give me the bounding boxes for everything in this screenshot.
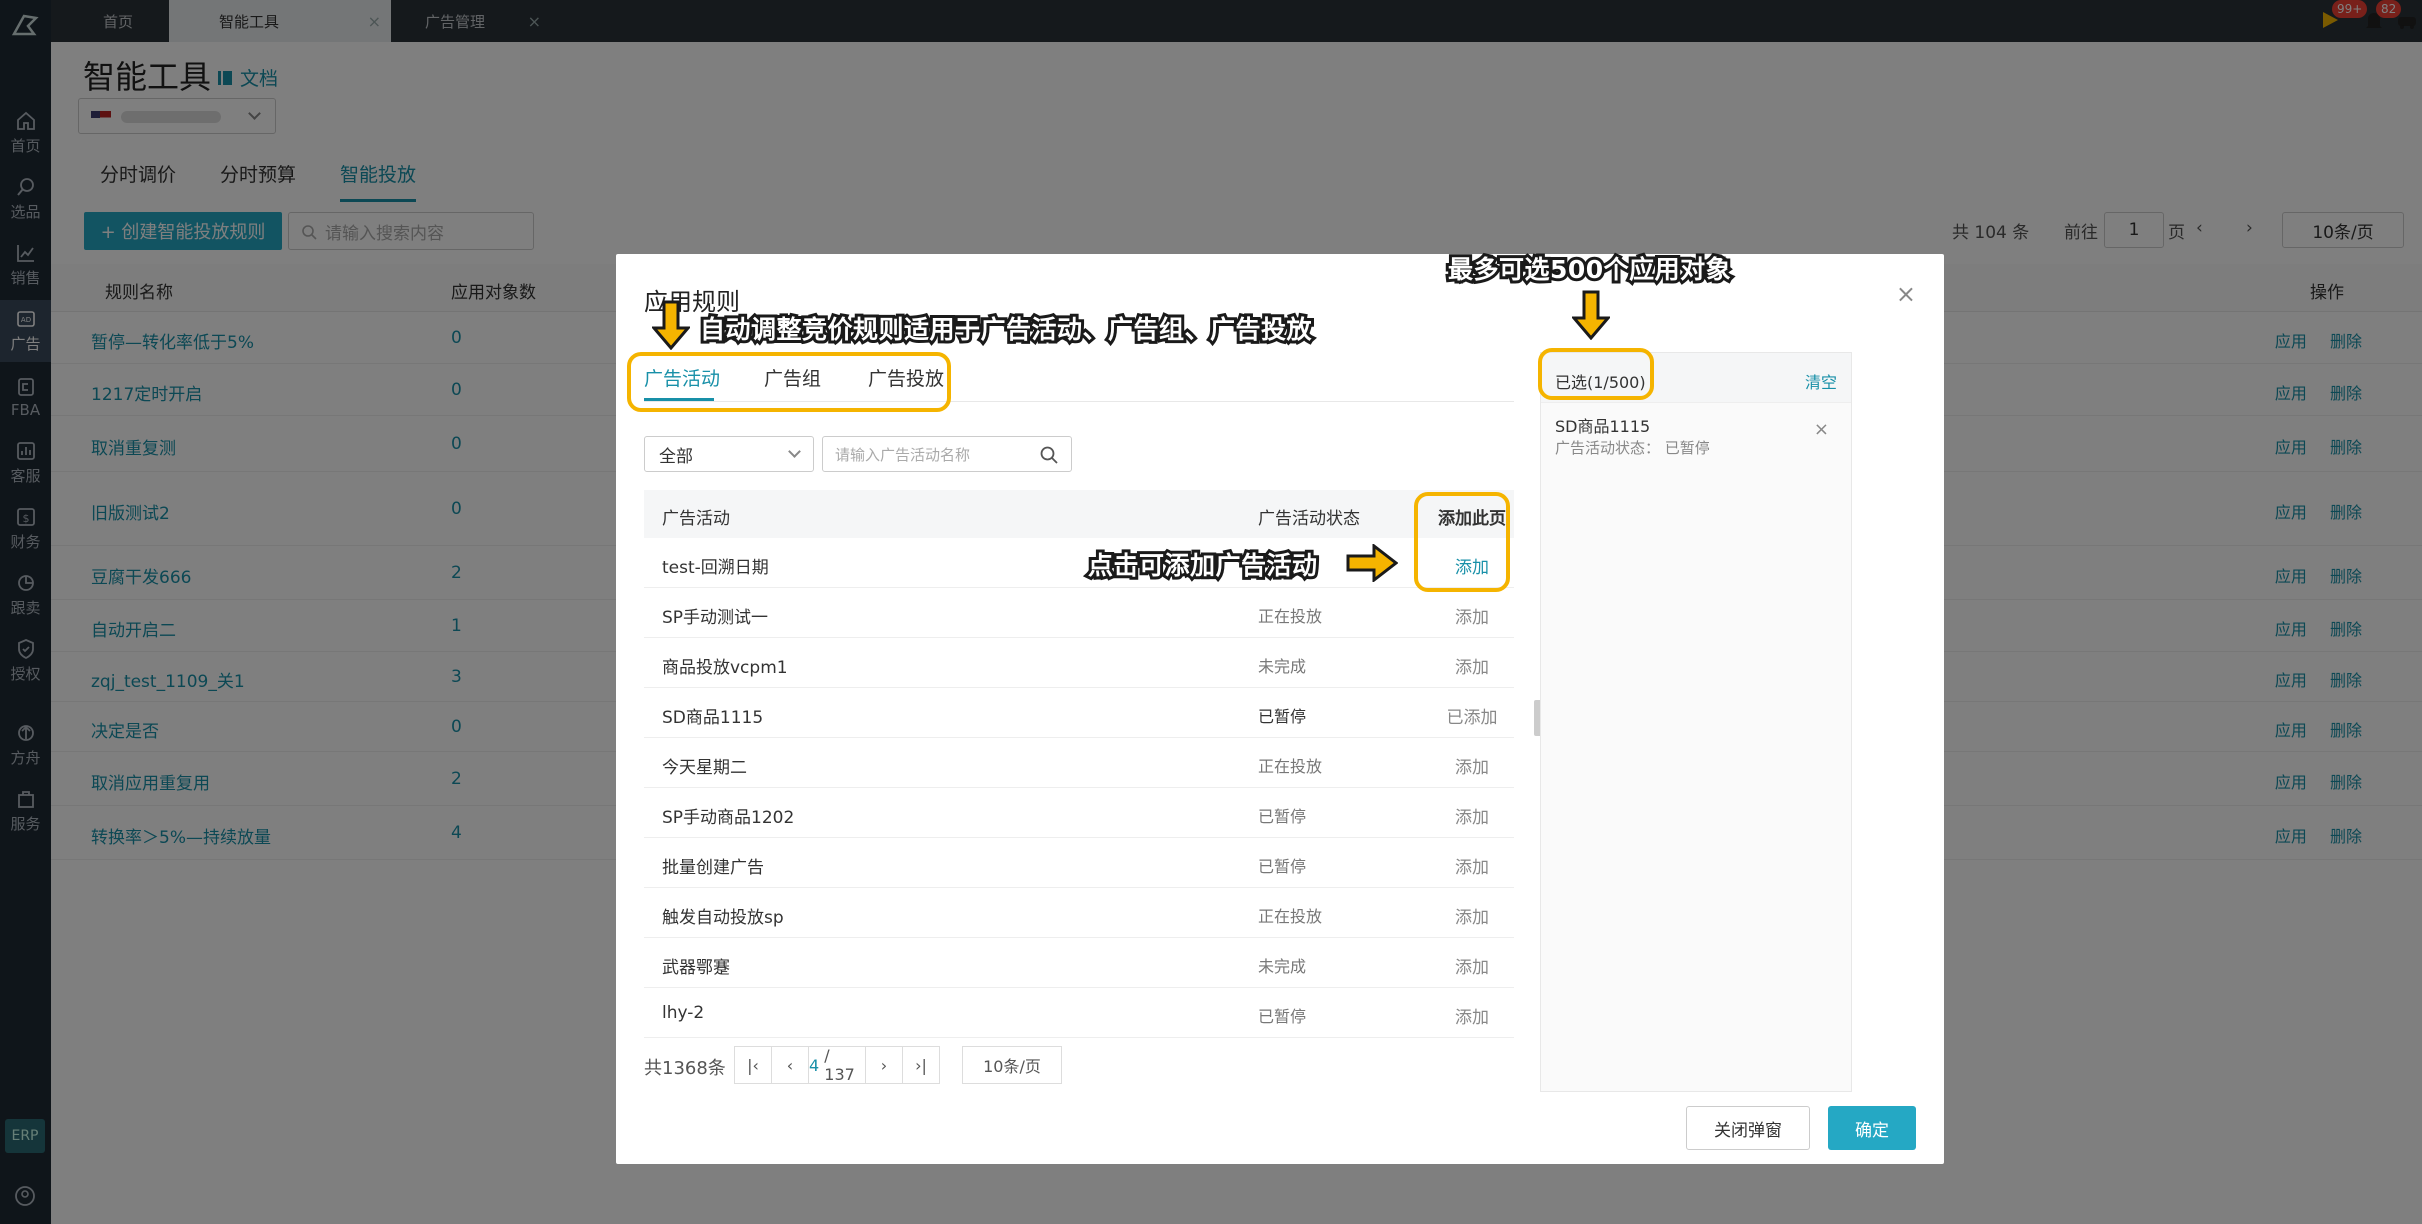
status-filter-select[interactable]: 全部 (644, 436, 814, 472)
confirm-button[interactable]: 确定 (1828, 1106, 1916, 1150)
search-placeholder: 请输入广告活动名称 (835, 445, 971, 464)
col-campaign: 广告活动 (662, 509, 730, 529)
table-row: SD商品1115 已暂停 已添加 (644, 688, 1514, 738)
table-row: 武器鄂蹇 未完成 添加 (644, 938, 1514, 988)
campaign-name: test-回溯日期 (662, 558, 769, 578)
table-row: SP手动商品1202 已暂停 添加 (644, 788, 1514, 838)
table-row: 批量创建广告 已暂停 添加 (644, 838, 1514, 888)
add-button[interactable]: 添加 (1442, 1003, 1502, 1028)
prev-page-icon[interactable]: ‹ (771, 1046, 809, 1084)
campaign-status: 已暂停 (1258, 807, 1307, 826)
last-page-icon[interactable]: ›| (902, 1046, 940, 1084)
added-label: 已添加 (1446, 708, 1498, 728)
campaign-name: 触发自动投放sp (662, 908, 784, 928)
close-modal-button[interactable]: 关闭弹窗 (1686, 1106, 1810, 1150)
add-button[interactable]: 添加 (1442, 653, 1502, 678)
campaign-name: SP手动商品1202 (662, 808, 795, 828)
annotation-limit-note: 最多可选500个应用对象 (1445, 252, 1734, 287)
add-button[interactable]: 添加 (1442, 753, 1502, 778)
first-page-icon[interactable]: |‹ (734, 1046, 772, 1084)
total-pages: / 137 (824, 1046, 855, 1084)
annotation-tabs-box (627, 352, 951, 412)
campaign-name: SP手动测试一 (662, 608, 769, 628)
next-page-icon[interactable]: › (865, 1046, 903, 1084)
annotation-add-note: 点击可添加广告活动 (1085, 548, 1320, 583)
table-row: lhy-2 已暂停 添加 (644, 988, 1514, 1038)
add-button[interactable]: 添加 (1442, 803, 1502, 828)
campaign-status: 正在投放 (1258, 907, 1323, 926)
campaign-name: 商品投放vcpm1 (662, 658, 788, 678)
campaign-name: lhy-2 (662, 1003, 705, 1023)
campaign-name: 今天星期二 (662, 758, 747, 778)
campaign-status: 正在投放 (1258, 607, 1323, 626)
campaign-status: 已暂停 (1258, 707, 1307, 726)
arrow-down-icon (1572, 290, 1610, 340)
campaign-status: 未完成 (1258, 657, 1307, 676)
selected-item-status: 广告活动状态： 已暂停 (1555, 439, 1710, 457)
table-row: 今天星期二 正在投放 添加 (644, 738, 1514, 788)
campaign-name: 批量创建广告 (662, 858, 764, 878)
annotation-add-box (1414, 492, 1510, 592)
annotation-count-box (1538, 348, 1654, 400)
selected-panel: 已选(1/500) 清空 SD商品1115 广告活动状态： 已暂停 × (1540, 352, 1852, 1092)
add-button[interactable]: 添加 (1442, 953, 1502, 978)
filter-value: 全部 (659, 446, 693, 467)
arrow-down-icon (652, 300, 690, 350)
col-campaign-status: 广告活动状态 (1258, 509, 1360, 529)
annotation-tabs-note: 自动调整竞价规则适用于广告活动、广告组、广告投放 (697, 312, 1315, 347)
add-button[interactable]: 添加 (1442, 903, 1502, 928)
page-size-value: 10条/页 (983, 1057, 1041, 1076)
chevron-down-icon (788, 445, 801, 458)
search-icon[interactable] (1039, 445, 1059, 465)
campaign-name: SD商品1115 (662, 708, 764, 728)
table-row: SP手动测试一 正在投放 添加 (644, 588, 1514, 638)
campaign-status: 已暂停 (1258, 1007, 1307, 1026)
close-icon[interactable]: × (1896, 280, 1916, 308)
campaign-name: 武器鄂蹇 (662, 958, 730, 978)
selected-item-name: SD商品1115 (1555, 417, 1651, 436)
campaign-status: 正在投放 (1258, 757, 1323, 776)
modal-page-size-select[interactable]: 10条/页 (962, 1046, 1062, 1084)
campaign-search-input[interactable]: 请输入广告活动名称 (822, 436, 1072, 472)
campaign-status: 未完成 (1258, 957, 1307, 976)
page-indicator[interactable]: 4 / 137 (808, 1046, 866, 1084)
clear-button[interactable]: 清空 (1805, 369, 1837, 393)
selected-item: SD商品1115 广告活动状态： 已暂停 × (1541, 405, 1851, 465)
campaign-table-header: 广告活动 广告活动状态 添加此页 (644, 490, 1514, 538)
modal-total: 共1368条 (644, 1058, 726, 1079)
remove-icon[interactable]: × (1814, 419, 1829, 440)
current-page: 4 (809, 1055, 820, 1075)
add-button[interactable]: 添加 (1442, 603, 1502, 628)
add-button[interactable]: 添加 (1442, 853, 1502, 878)
table-row: 商品投放vcpm1 未完成 添加 (644, 638, 1514, 688)
campaign-status: 已暂停 (1258, 857, 1307, 876)
arrow-right-icon (1346, 544, 1398, 582)
table-row: 触发自动投放sp 正在投放 添加 (644, 888, 1514, 938)
